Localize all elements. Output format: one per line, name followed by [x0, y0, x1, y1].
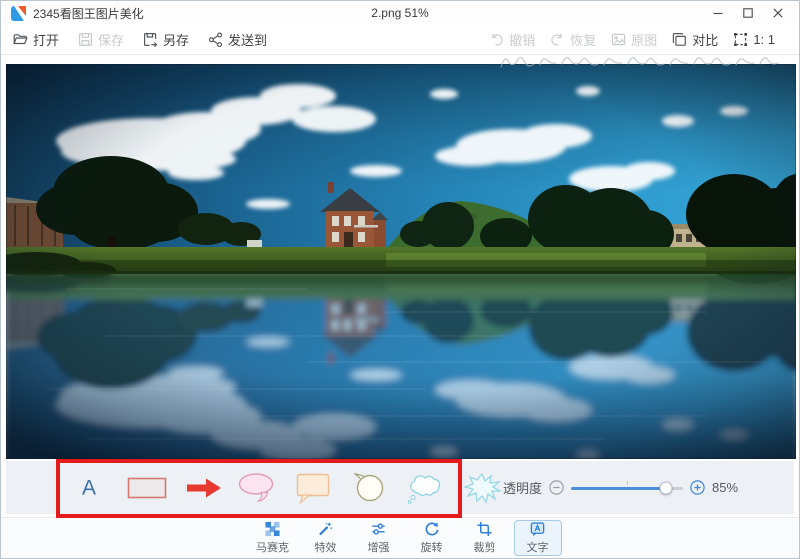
app-title: 2345看图王图片美化: [33, 6, 144, 21]
burst-bubble-tool[interactable]: [463, 472, 501, 504]
burst-bubble-icon: [463, 472, 501, 504]
round-bubble-icon: [354, 472, 384, 501]
toolbar-right-group: 撤销 恢复 原图 对比 1: 1: [474, 30, 775, 49]
rotate-icon: [425, 522, 439, 536]
square-bubble-tool[interactable]: [294, 472, 332, 504]
undo-icon: [492, 33, 503, 46]
arrow-tool[interactable]: [185, 475, 223, 501]
original-image-icon: [612, 33, 626, 46]
undo-label: 撤销: [509, 33, 536, 48]
minimize-icon: [713, 12, 723, 15]
opacity-control: 透明度 85%: [503, 461, 738, 514]
share-icon: [208, 32, 223, 47]
compare-icon: [673, 33, 687, 46]
tab-text-label: 文字: [526, 542, 549, 554]
photo-canvas[interactable]: [6, 64, 796, 459]
save-icon: [79, 33, 93, 47]
tab-mosaic[interactable]: 马赛克: [249, 520, 297, 556]
round-bubble-tool[interactable]: [350, 472, 388, 504]
plus-icon: [690, 480, 705, 495]
redo-icon: [551, 33, 562, 46]
save-as-label: 另存: [163, 33, 190, 48]
opacity-label: 透明度: [503, 481, 543, 496]
cloud-bubble-icon: [407, 474, 441, 504]
main-toolbar: 打开 保存 另存 发送到 撤销 恢复 原图 对比 1: 1: [1, 25, 799, 55]
tab-text[interactable]: 文字: [513, 520, 562, 556]
save-label: 保存: [98, 33, 125, 48]
redo-button[interactable]: 恢复: [550, 30, 596, 49]
undo-button[interactable]: 撤销: [489, 30, 535, 49]
app-logo-icon: [11, 5, 26, 21]
tab-enhance-label: 增强: [367, 542, 390, 554]
original-image-button[interactable]: 原图: [611, 30, 657, 49]
arrow-shape-icon: [187, 478, 221, 497]
minimize-button[interactable]: [705, 4, 731, 22]
titlebar: 2345看图王图片美化 2.png 51%: [1, 1, 799, 25]
opacity-slider[interactable]: [571, 480, 684, 495]
text-tool[interactable]: A: [82, 477, 96, 498]
tab-crop-label: 裁剪: [473, 542, 496, 554]
open-label: 打开: [33, 33, 60, 48]
cloud-bubble-tool[interactable]: [405, 471, 447, 505]
close-icon: [773, 8, 783, 18]
redo-label: 恢复: [570, 33, 597, 48]
maximize-button[interactable]: [735, 4, 761, 22]
ellipse-bubble-icon: [238, 472, 274, 502]
magic-wand-icon: [319, 522, 333, 536]
minus-icon: [549, 480, 564, 495]
opacity-value: 85%: [712, 480, 739, 495]
open-button[interactable]: 打开: [13, 30, 59, 49]
send-to-button[interactable]: 发送到: [208, 30, 267, 49]
save-as-button[interactable]: 另存: [143, 30, 189, 49]
crop-icon: [477, 521, 492, 537]
text-bubble-icon: [530, 522, 545, 537]
tab-crop[interactable]: 裁剪: [461, 520, 509, 556]
tab-rotate-label: 旋转: [420, 542, 443, 554]
original-label: 原图: [631, 33, 658, 48]
tab-rotate[interactable]: 旋转: [408, 520, 456, 556]
text-tool-label: A: [81, 476, 97, 499]
tab-mosaic-label: 马赛克: [256, 542, 289, 554]
mosaic-icon: [265, 521, 280, 537]
text-tool-strip: A 透明度 85%: [6, 461, 794, 514]
one-to-one-icon: [734, 33, 748, 46]
actual-size-button[interactable]: 1: 1: [733, 30, 775, 49]
tab-effects-label: 特效: [314, 542, 337, 554]
tab-effects[interactable]: 特效: [302, 520, 350, 556]
ellipse-bubble-tool[interactable]: [237, 472, 277, 504]
opacity-slider-handle[interactable]: [659, 481, 673, 494]
save-button[interactable]: 保存: [78, 30, 124, 49]
sliders-icon: [372, 523, 385, 535]
close-button[interactable]: [765, 4, 791, 22]
compare-button[interactable]: 对比: [672, 30, 718, 49]
open-folder-icon: [13, 34, 28, 45]
square-bubble-icon: [296, 473, 330, 504]
tab-enhance[interactable]: 增强: [355, 520, 403, 556]
maximize-icon: [743, 8, 753, 18]
window-controls: [705, 4, 791, 22]
opacity-increase-button[interactable]: [690, 480, 705, 495]
opacity-decrease-button[interactable]: [549, 480, 564, 495]
app-window: 2345看图王图片美化 2.png 51% 打开 保存 另存 发送到 撤销 恢复…: [0, 0, 800, 559]
bottom-tab-bar: 马赛克 特效 增强 旋转 裁剪 文字: [1, 518, 799, 558]
actual-size-label: 1: 1: [753, 32, 775, 47]
canvas-area: [1, 55, 799, 461]
rectangle-shape-icon: [127, 477, 167, 498]
save-as-icon: [144, 33, 158, 47]
send-to-label: 发送到: [228, 33, 268, 48]
rectangle-tool[interactable]: [127, 475, 167, 501]
compare-label: 对比: [692, 33, 719, 48]
